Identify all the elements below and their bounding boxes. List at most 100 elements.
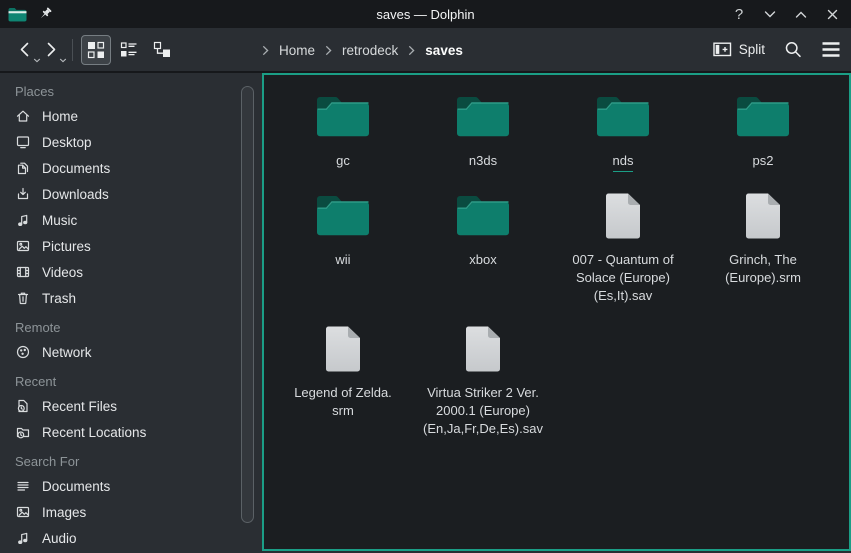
item-label: nds <box>613 152 634 172</box>
sidebar-item-recent-files[interactable]: Recent Files <box>0 393 262 419</box>
item-label: xbox <box>469 251 496 269</box>
sidebar-item-label: Network <box>42 345 92 360</box>
file-icon <box>604 184 642 248</box>
sidebar-item-label: Home <box>42 109 78 124</box>
sidebar-item-trash[interactable]: Trash <box>0 285 262 311</box>
label-line: nds <box>613 152 634 172</box>
grid-item-007-quantum-of-solace[interactable]: 007 - Quantum of Solace (Europe) (Es,It)… <box>555 184 691 305</box>
breadcrumb-retrodeck[interactable]: retrodeck <box>342 43 398 58</box>
grid-item-legend-of-zelda[interactable]: Legend of Zelda. srm <box>275 317 411 420</box>
trash-icon <box>15 290 31 306</box>
chevron-right-icon <box>408 45 415 56</box>
tree-view-button[interactable] <box>147 35 177 65</box>
window-body: Places Home Desktop Documents <box>0 73 851 551</box>
label-line: n3ds <box>469 152 497 170</box>
toolbar-right: Split <box>713 40 841 60</box>
label-line: Grinch, The <box>725 251 801 269</box>
split-view-icon <box>713 42 732 57</box>
label-line: srm <box>294 402 392 420</box>
chevron-right-icon <box>262 45 269 56</box>
forward-dropdown-caret-icon <box>59 58 67 63</box>
sidebar-scrollbar[interactable] <box>241 86 254 523</box>
icons-view-button[interactable] <box>81 35 111 65</box>
sidebar-item-pictures[interactable]: Pictures <box>0 233 262 259</box>
split-button[interactable]: Split <box>713 42 765 57</box>
sidebar-item-label: Pictures <box>42 239 91 254</box>
item-label: gc <box>336 152 350 170</box>
item-label: wii <box>335 251 350 269</box>
pin-icon[interactable] <box>37 6 53 22</box>
videos-icon <box>15 264 31 280</box>
sidebar-item-search-images[interactable]: Images <box>0 499 262 525</box>
sidebar-item-search-audio[interactable]: Audio <box>0 525 262 551</box>
downloads-icon <box>15 186 31 202</box>
recent-files-icon <box>15 398 31 414</box>
back-button[interactable] <box>12 34 38 66</box>
folder-icon <box>596 85 650 149</box>
titlebar-left <box>8 0 53 28</box>
search-icon[interactable] <box>783 40 803 60</box>
minimize-button[interactable] <box>763 6 777 22</box>
label-line: xbox <box>469 251 496 269</box>
breadcrumb: Home retrodeck saves <box>262 28 463 73</box>
item-label: Legend of Zelda. srm <box>294 384 392 420</box>
maximize-button[interactable] <box>794 6 808 22</box>
grid-item-nds[interactable]: nds <box>555 85 691 172</box>
file-view[interactable]: gc n3ds nds <box>262 73 851 551</box>
item-label: ps2 <box>753 152 774 170</box>
folder-icon <box>456 85 510 149</box>
documents-icon <box>15 160 31 176</box>
toolbar-separator <box>72 39 73 61</box>
details-view-button[interactable] <box>114 35 144 65</box>
sidebar-item-desktop[interactable]: Desktop <box>0 129 262 155</box>
image-icon <box>15 504 31 520</box>
grid-item-gc[interactable]: gc <box>275 85 411 170</box>
titlebar: saves — Dolphin ? <box>0 0 851 28</box>
label-line: (Europe).srm <box>725 269 801 287</box>
grid-item-grinch-the-europe[interactable]: Grinch, The (Europe).srm <box>695 184 831 287</box>
file-icon <box>464 317 502 381</box>
grid-item-ps2[interactable]: ps2 <box>695 85 831 170</box>
sidebar-item-music[interactable]: Music <box>0 207 262 233</box>
sidebar-item-videos[interactable]: Videos <box>0 259 262 285</box>
grid-item-wii[interactable]: wii <box>275 184 411 269</box>
section-header-places: Places <box>0 81 262 103</box>
sidebar-item-network[interactable]: Network <box>0 339 262 365</box>
label-line: Legend of Zelda. <box>294 384 392 402</box>
grid-item-xbox[interactable]: xbox <box>415 184 551 269</box>
grid-item-virtua-striker-2[interactable]: Virtua Striker 2 Ver. 2000.1 (Europe) (E… <box>415 317 551 438</box>
label-line: Solace (Europe) <box>572 269 673 287</box>
forward-button[interactable] <box>38 34 64 66</box>
sidebar-item-search-documents[interactable]: Documents <box>0 473 262 499</box>
window-title: saves — Dolphin <box>0 7 851 22</box>
help-button[interactable]: ? <box>732 6 746 22</box>
sidebar-item-documents[interactable]: Documents <box>0 155 262 181</box>
dolphin-app-icon <box>8 7 27 22</box>
sidebar-item-label: Documents <box>42 161 110 176</box>
home-icon <box>15 108 31 124</box>
network-icon <box>15 344 31 360</box>
music-icon <box>15 530 31 546</box>
sidebar-item-label: Trash <box>42 291 76 306</box>
breadcrumb-saves[interactable]: saves <box>425 43 463 58</box>
item-label: 007 - Quantum of Solace (Europe) (Es,It)… <box>572 251 673 305</box>
sidebar-item-label: Audio <box>42 531 77 546</box>
recent-locations-icon <box>15 424 31 440</box>
close-button[interactable] <box>825 6 839 22</box>
chevron-right-icon <box>325 45 332 56</box>
sidebar-item-recent-locations[interactable]: Recent Locations <box>0 419 262 445</box>
sidebar-item-label: Images <box>42 505 86 520</box>
file-grid: gc n3ds nds <box>264 75 849 438</box>
grid-item-n3ds[interactable]: n3ds <box>415 85 551 170</box>
desktop-icon <box>15 134 31 150</box>
label-line: (Es,It).sav <box>572 287 673 305</box>
hamburger-menu-icon[interactable] <box>821 41 841 58</box>
label-line: (En,Ja,Fr,De,Es).sav <box>423 420 543 438</box>
breadcrumb-home[interactable]: Home <box>279 43 315 58</box>
folder-icon <box>316 85 370 149</box>
folder-icon <box>736 85 790 149</box>
sidebar-item-home[interactable]: Home <box>0 103 262 129</box>
file-icon <box>324 317 362 381</box>
sidebar-item-downloads[interactable]: Downloads <box>0 181 262 207</box>
item-label: Virtua Striker 2 Ver. 2000.1 (Europe) (E… <box>423 384 543 438</box>
